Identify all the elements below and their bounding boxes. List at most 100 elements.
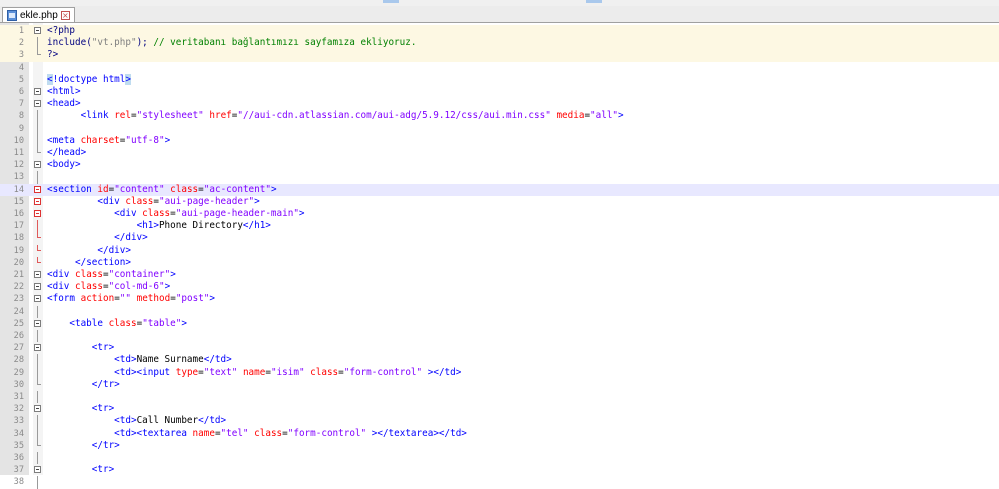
code-line[interactable]: 9 [0, 122, 999, 135]
code-line[interactable]: 3 ?> [0, 49, 999, 62]
code-line[interactable]: 4 [0, 62, 999, 74]
code-line[interactable]: 20 </section> [0, 256, 999, 269]
fold-toggle-icon[interactable] [34, 344, 41, 352]
close-tab-icon[interactable]: × [60, 10, 70, 20]
php-file-icon [7, 9, 17, 21]
code-line[interactable]: 2 include("vt.php"); // veritabanı bağlan… [0, 37, 999, 50]
fold-toggle-icon[interactable] [34, 27, 41, 34]
code-line[interactable]: 17 <h1>Phone Directory</h1> [0, 220, 999, 233]
code-text: <form action="" method="post"> [47, 293, 215, 305]
tab-ekle-php[interactable]: ekle.php × [2, 7, 75, 22]
code-line[interactable]: 12 <body> [0, 159, 999, 171]
code-token: charset [80, 134, 120, 146]
code-line[interactable]: 36 [0, 452, 999, 465]
code-line[interactable]: 30 </tr> [0, 378, 999, 391]
code-text: <meta charset="utf-8"> [47, 135, 170, 147]
code-token: "tel" [220, 427, 249, 439]
line-number: 17 [13, 221, 24, 232]
code-line[interactable]: 18 </div> [0, 232, 999, 244]
line-number: 6 [18, 87, 24, 97]
code-text: </section> [47, 257, 131, 269]
code-line[interactable]: 1 <?php [0, 25, 999, 38]
fold-end-marker [37, 378, 41, 385]
fold-toggle-icon[interactable] [34, 405, 41, 413]
code-line[interactable]: 31 [0, 391, 999, 404]
code-line[interactable]: 8 <link rel="stylesheet" href="//aui-cdn… [0, 110, 999, 123]
fold-end-marker [37, 439, 41, 446]
fold-line [37, 110, 38, 123]
fold-toggle-icon[interactable] [34, 283, 41, 291]
fold-toggle-icon[interactable] [34, 319, 41, 327]
code-line[interactable]: 38 [0, 476, 999, 489]
code-line[interactable]: 33 <td>Call Number</td> [0, 415, 999, 428]
code-line[interactable]: 6 <html> [0, 86, 999, 98]
code-line[interactable]: 22 <div class="col-md-6"> [0, 281, 999, 293]
code-line[interactable]: 32 <tr> [0, 403, 999, 415]
code-line[interactable]: 13 [0, 171, 999, 184]
fold-toggle-icon[interactable] [34, 161, 41, 169]
code-editor[interactable]: 1 <?php 2 include("vt.php"); // veritabanı … [0, 23, 999, 489]
fold-toggle-icon[interactable] [34, 466, 41, 474]
code-token: "form-control" [287, 427, 367, 439]
line-number: 22 [13, 282, 24, 293]
fold-toggle-icon[interactable] [34, 210, 41, 217]
code-line[interactable]: 10 <meta charset="utf-8"> [0, 134, 999, 147]
code-line[interactable]: 34 <td><textarea name="tel" class="form-… [0, 427, 999, 440]
code-line[interactable]: 16 <div class="aui-page-header-main"> [0, 208, 999, 220]
code-line[interactable]: 19 </div> [0, 244, 999, 257]
fold-toggle-icon[interactable] [34, 271, 41, 278]
code-token: class [108, 317, 137, 329]
code-token: "aui-page-header-main" [175, 208, 299, 219]
code-token: !doctype html [52, 73, 126, 85]
code-token: "utf-8" [125, 134, 165, 146]
code-line[interactable]: 14 <section id="content" class="ac-conten… [0, 183, 999, 196]
fold-toggle-icon[interactable] [34, 295, 41, 303]
code-line[interactable]: 27 <tr> [0, 342, 999, 354]
code-token: > [254, 195, 260, 207]
code-token: </tr> [91, 378, 120, 390]
code-line[interactable]: 5 <!doctype html> [0, 73, 999, 86]
line-number: 14 [13, 184, 24, 195]
code-token: id [97, 183, 109, 195]
code-line[interactable]: 26 [0, 330, 999, 343]
code-token: class [310, 366, 339, 378]
code-line[interactable]: 11 </head> [0, 147, 999, 159]
code-token: Call Number [136, 415, 199, 427]
code-token: <form [47, 293, 81, 305]
line-number: 32 [13, 404, 24, 415]
code-line[interactable]: 7 <head> [0, 98, 999, 110]
code-line[interactable]: 15 <div class="aui-page-header"> [0, 196, 999, 208]
code-line[interactable]: 21 <div class="container"> [0, 269, 999, 281]
code-token: Phone Directory [158, 220, 243, 232]
line-number: 9 [18, 123, 24, 134]
code-token: <div [47, 281, 75, 293]
code-line[interactable]: 24 [0, 305, 999, 318]
code-line[interactable]: 25 <table class="table"> [0, 318, 999, 330]
line-number: 30 [13, 379, 24, 390]
fold-toggle-icon[interactable] [34, 100, 41, 108]
fold-toggle-icon[interactable] [34, 197, 41, 205]
code-line[interactable]: 23 <form action="" method="post"> [0, 293, 999, 305]
fold-line [37, 220, 38, 233]
code-text: <section id="content" class="ac-content"… [47, 184, 277, 196]
code-token: </head> [47, 147, 87, 158]
fold-toggle-icon[interactable] [34, 185, 41, 193]
code-text: ?> [47, 49, 58, 61]
code-token: <meta [47, 134, 81, 146]
code-line[interactable]: 28 <td>Name Surname</td> [0, 354, 999, 367]
code-text: <h1>Phone Directory</h1> [47, 220, 271, 232]
fold-toggle-icon[interactable] [34, 88, 41, 95]
code-token: <div [114, 208, 143, 219]
code-line[interactable]: 29 <td><input type="text" name="isim" cl… [0, 366, 999, 379]
code-text: <!doctype html> [47, 73, 131, 86]
code-token: "form-control" [343, 366, 423, 378]
code-line[interactable]: 35 </tr> [0, 439, 999, 452]
code-text: <table class="table"> [47, 318, 187, 330]
code-token: class [254, 427, 283, 439]
